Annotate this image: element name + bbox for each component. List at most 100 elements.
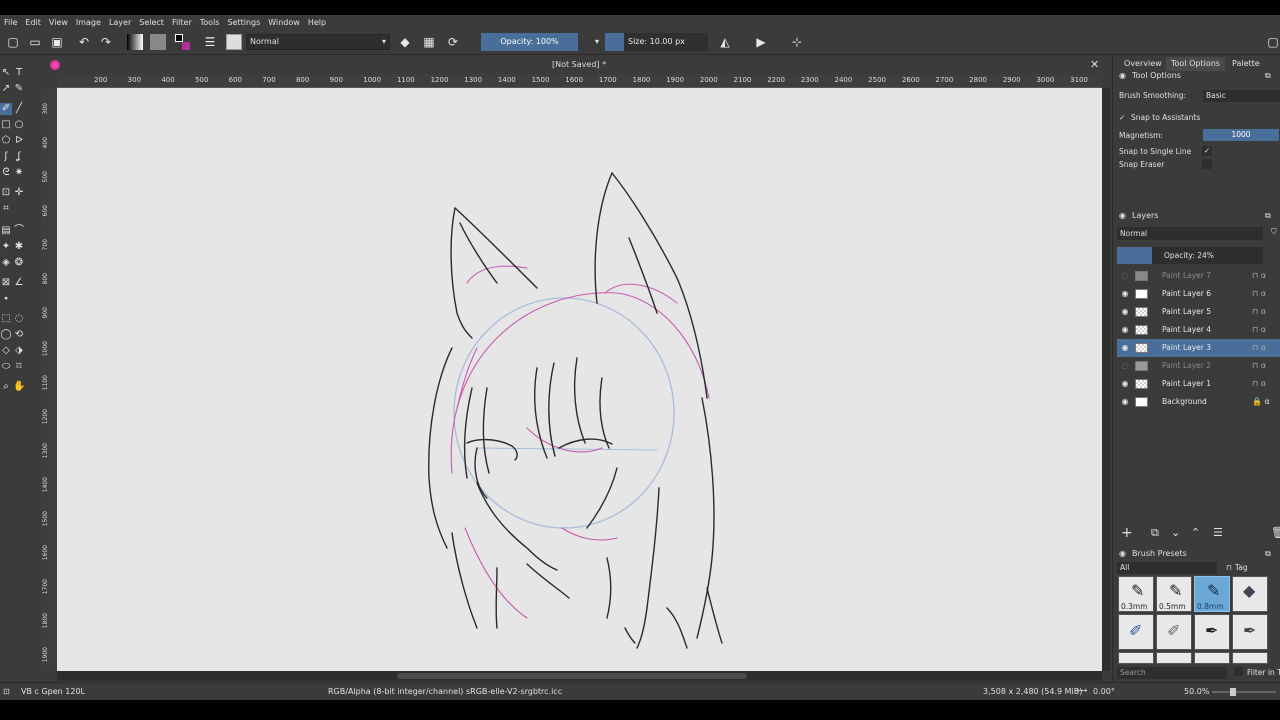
transform-tool-icon[interactable]: ⊡ [0, 187, 12, 199]
brush-preset-thumbnail[interactable] [1156, 652, 1192, 664]
layer-blend-mode-select[interactable]: Normal [1117, 227, 1263, 240]
menu-tools[interactable]: Tools [196, 18, 224, 27]
layer-lock-icon[interactable]: ⊓ α [1252, 267, 1266, 285]
layer-row[interactable]: ◉ Paint Layer 4 ⊓ α [1117, 321, 1280, 339]
colorize-mask-icon[interactable]: ✦ [0, 241, 12, 253]
gradient-swatch[interactable] [127, 34, 143, 50]
zoom-slider[interactable] [1212, 688, 1276, 696]
eraser-icon[interactable]: ◆ [398, 35, 412, 49]
magnetic-select-icon[interactable]: ⌑ [13, 361, 25, 373]
layer-lock-icon[interactable]: ⊓ α [1252, 357, 1266, 375]
tab-overview[interactable]: Overview [1119, 57, 1167, 71]
layer-visible-icon[interactable]: ◉ [1120, 339, 1130, 357]
assistant-tool-icon[interactable]: ⊠ [0, 277, 12, 289]
document-tab[interactable]: [Not Saved] * [552, 60, 606, 69]
undo-icon[interactable]: ↶ [77, 35, 91, 49]
brush-preset-selected[interactable]: ✎ 0.8mm [1194, 576, 1230, 612]
open-folder-icon[interactable]: ▭ [28, 35, 42, 49]
edit-shapes-icon[interactable]: ↗ [0, 83, 12, 95]
zoom-tool-icon[interactable]: ⌕ [0, 381, 12, 393]
layer-locked-icon[interactable]: 🔒 α [1252, 393, 1270, 411]
brush-preset-thumbnail[interactable] [1118, 652, 1154, 664]
drawing-canvas[interactable] [57, 88, 1102, 671]
layer-row[interactable]: ◉ Background 🔒 α [1117, 393, 1280, 411]
brush-preset-thumbnail[interactable] [1194, 652, 1230, 664]
add-layer-icon[interactable]: + [1121, 525, 1133, 541]
brush-smoothing-select[interactable]: Basic [1203, 90, 1280, 102]
gradient-tool-icon[interactable]: ▤ [0, 225, 12, 237]
close-document-icon[interactable]: ✕ [1090, 58, 1099, 71]
snap-assistants-checkbox[interactable]: ✓ [1119, 113, 1125, 122]
menu-window[interactable]: Window [264, 18, 304, 27]
menu-image[interactable]: Image [72, 18, 105, 27]
freehand-select-icon[interactable]: ◯ [0, 329, 12, 341]
snap-eraser-checkbox[interactable] [1202, 159, 1212, 169]
mirror-vertical-icon[interactable]: ▶ [754, 35, 768, 49]
bezier-select-icon[interactable]: ⬭ [0, 361, 12, 373]
vertical-scrollbar[interactable] [1102, 88, 1110, 671]
menu-help[interactable]: Help [304, 18, 330, 27]
layer-visible-icon[interactable]: ◉ [1120, 321, 1130, 339]
filter-in-tag-checkbox[interactable] [1234, 667, 1243, 676]
layers-expand-icon[interactable]: ◉ [1119, 211, 1126, 220]
enclose-fill-icon[interactable]: ❂ [13, 257, 25, 269]
menu-layer[interactable]: Layer [105, 18, 135, 27]
alpha-lock-icon[interactable]: ▦ [422, 35, 436, 49]
float-panel-icon[interactable]: ⧉ [1265, 549, 1271, 559]
bezier-tool-icon[interactable]: ʃ [0, 151, 12, 163]
calligraphy-icon[interactable]: ✎ [13, 83, 25, 95]
tab-palette[interactable]: Palette [1227, 57, 1265, 71]
save-icon[interactable]: ▣ [50, 35, 64, 49]
polygon-tool-icon[interactable]: ⬠ [0, 135, 12, 147]
layer-lock-icon[interactable]: ⊓ α [1252, 303, 1266, 321]
menu-select[interactable]: Select [135, 18, 168, 27]
rectangle-tool-icon[interactable]: □ [0, 119, 12, 131]
brush-preset-thumbnail[interactable]: ✎ 0.3mm [1118, 576, 1154, 612]
brush-preset-thumbnail[interactable]: ✒ [1194, 614, 1230, 650]
polyline-tool-icon[interactable]: ᐅ [13, 135, 25, 147]
foreground-color-swatch[interactable] [175, 34, 183, 42]
reload-preset-icon[interactable]: ⟳ [446, 35, 460, 49]
brush-preset-thumbnail[interactable]: ✒ [1232, 614, 1268, 650]
float-panel-icon[interactable]: ⧉ [1265, 211, 1271, 221]
brush-presets-expand-icon[interactable]: ◉ [1119, 549, 1126, 558]
brush-preset-thumbnail[interactable]: ✐ [1156, 614, 1192, 650]
text-tool-icon[interactable]: T [13, 67, 25, 79]
magnetism-slider[interactable]: 1000 [1203, 129, 1279, 141]
layer-visible-icon[interactable]: ◉ [1120, 303, 1130, 321]
menu-edit[interactable]: Edit [21, 18, 45, 27]
freehand-path-icon[interactable]: ʆ [13, 151, 25, 163]
new-document-icon[interactable]: ▢ [6, 35, 20, 49]
size-slider[interactable]: Size: 10.00 px [605, 33, 708, 51]
layer-row-selected[interactable]: ◉ Paint Layer 3 ⊓ α [1117, 339, 1280, 357]
redo-icon[interactable]: ↷ [99, 35, 113, 49]
float-panel-icon[interactable]: ⧉ [1265, 71, 1271, 81]
layer-row[interactable]: ◉ Paint Layer 6 ⊓ α [1117, 285, 1280, 303]
chevron-down-icon[interactable]: ▾ [590, 35, 604, 49]
filter-icon[interactable]: ⛉ [1271, 227, 1277, 237]
layer-lock-icon[interactable]: ⊓ α [1252, 285, 1266, 303]
layer-hidden-icon[interactable]: ◌ [1120, 357, 1130, 375]
tool-options-expand-icon[interactable]: ◉ [1119, 71, 1126, 80]
similar-select-icon[interactable]: ⬗ [13, 345, 25, 357]
layer-lock-icon[interactable]: ⊓ α [1252, 321, 1266, 339]
horizontal-scrollbar[interactable] [57, 671, 1102, 681]
measure-tool-icon[interactable]: ∠ [13, 277, 25, 289]
opacity-slider[interactable]: Opacity: 100% [481, 33, 578, 51]
window-icon[interactable]: ▢ [1266, 35, 1280, 49]
background-color-swatch[interactable] [182, 42, 190, 50]
tab-tool-options[interactable]: Tool Options [1166, 57, 1225, 71]
brush-preset-thumbnail[interactable] [1232, 652, 1268, 664]
preset-search-input[interactable]: Search [1117, 667, 1227, 679]
layer-hidden-icon[interactable]: ◌ [1120, 267, 1130, 285]
polygon-select-icon[interactable]: ◇ [0, 345, 12, 357]
tag-label[interactable]: Tag [1235, 563, 1248, 572]
ellipse-select-icon[interactable]: ◌ [13, 313, 25, 325]
color-picker-icon[interactable]: ⌒ [13, 225, 25, 237]
layer-opacity-slider[interactable]: Opacity: 24% [1117, 247, 1263, 264]
layer-row[interactable]: ◌ Paint Layer 2 ⊓ α [1117, 357, 1280, 375]
move-layer-up-icon[interactable]: ⌃ [1191, 526, 1200, 539]
dynamic-brush-icon[interactable]: ᘓ [0, 167, 12, 179]
duplicate-layer-icon[interactable]: ⧉ [1151, 526, 1159, 540]
ellipse-tool-icon[interactable]: ○ [13, 119, 25, 131]
